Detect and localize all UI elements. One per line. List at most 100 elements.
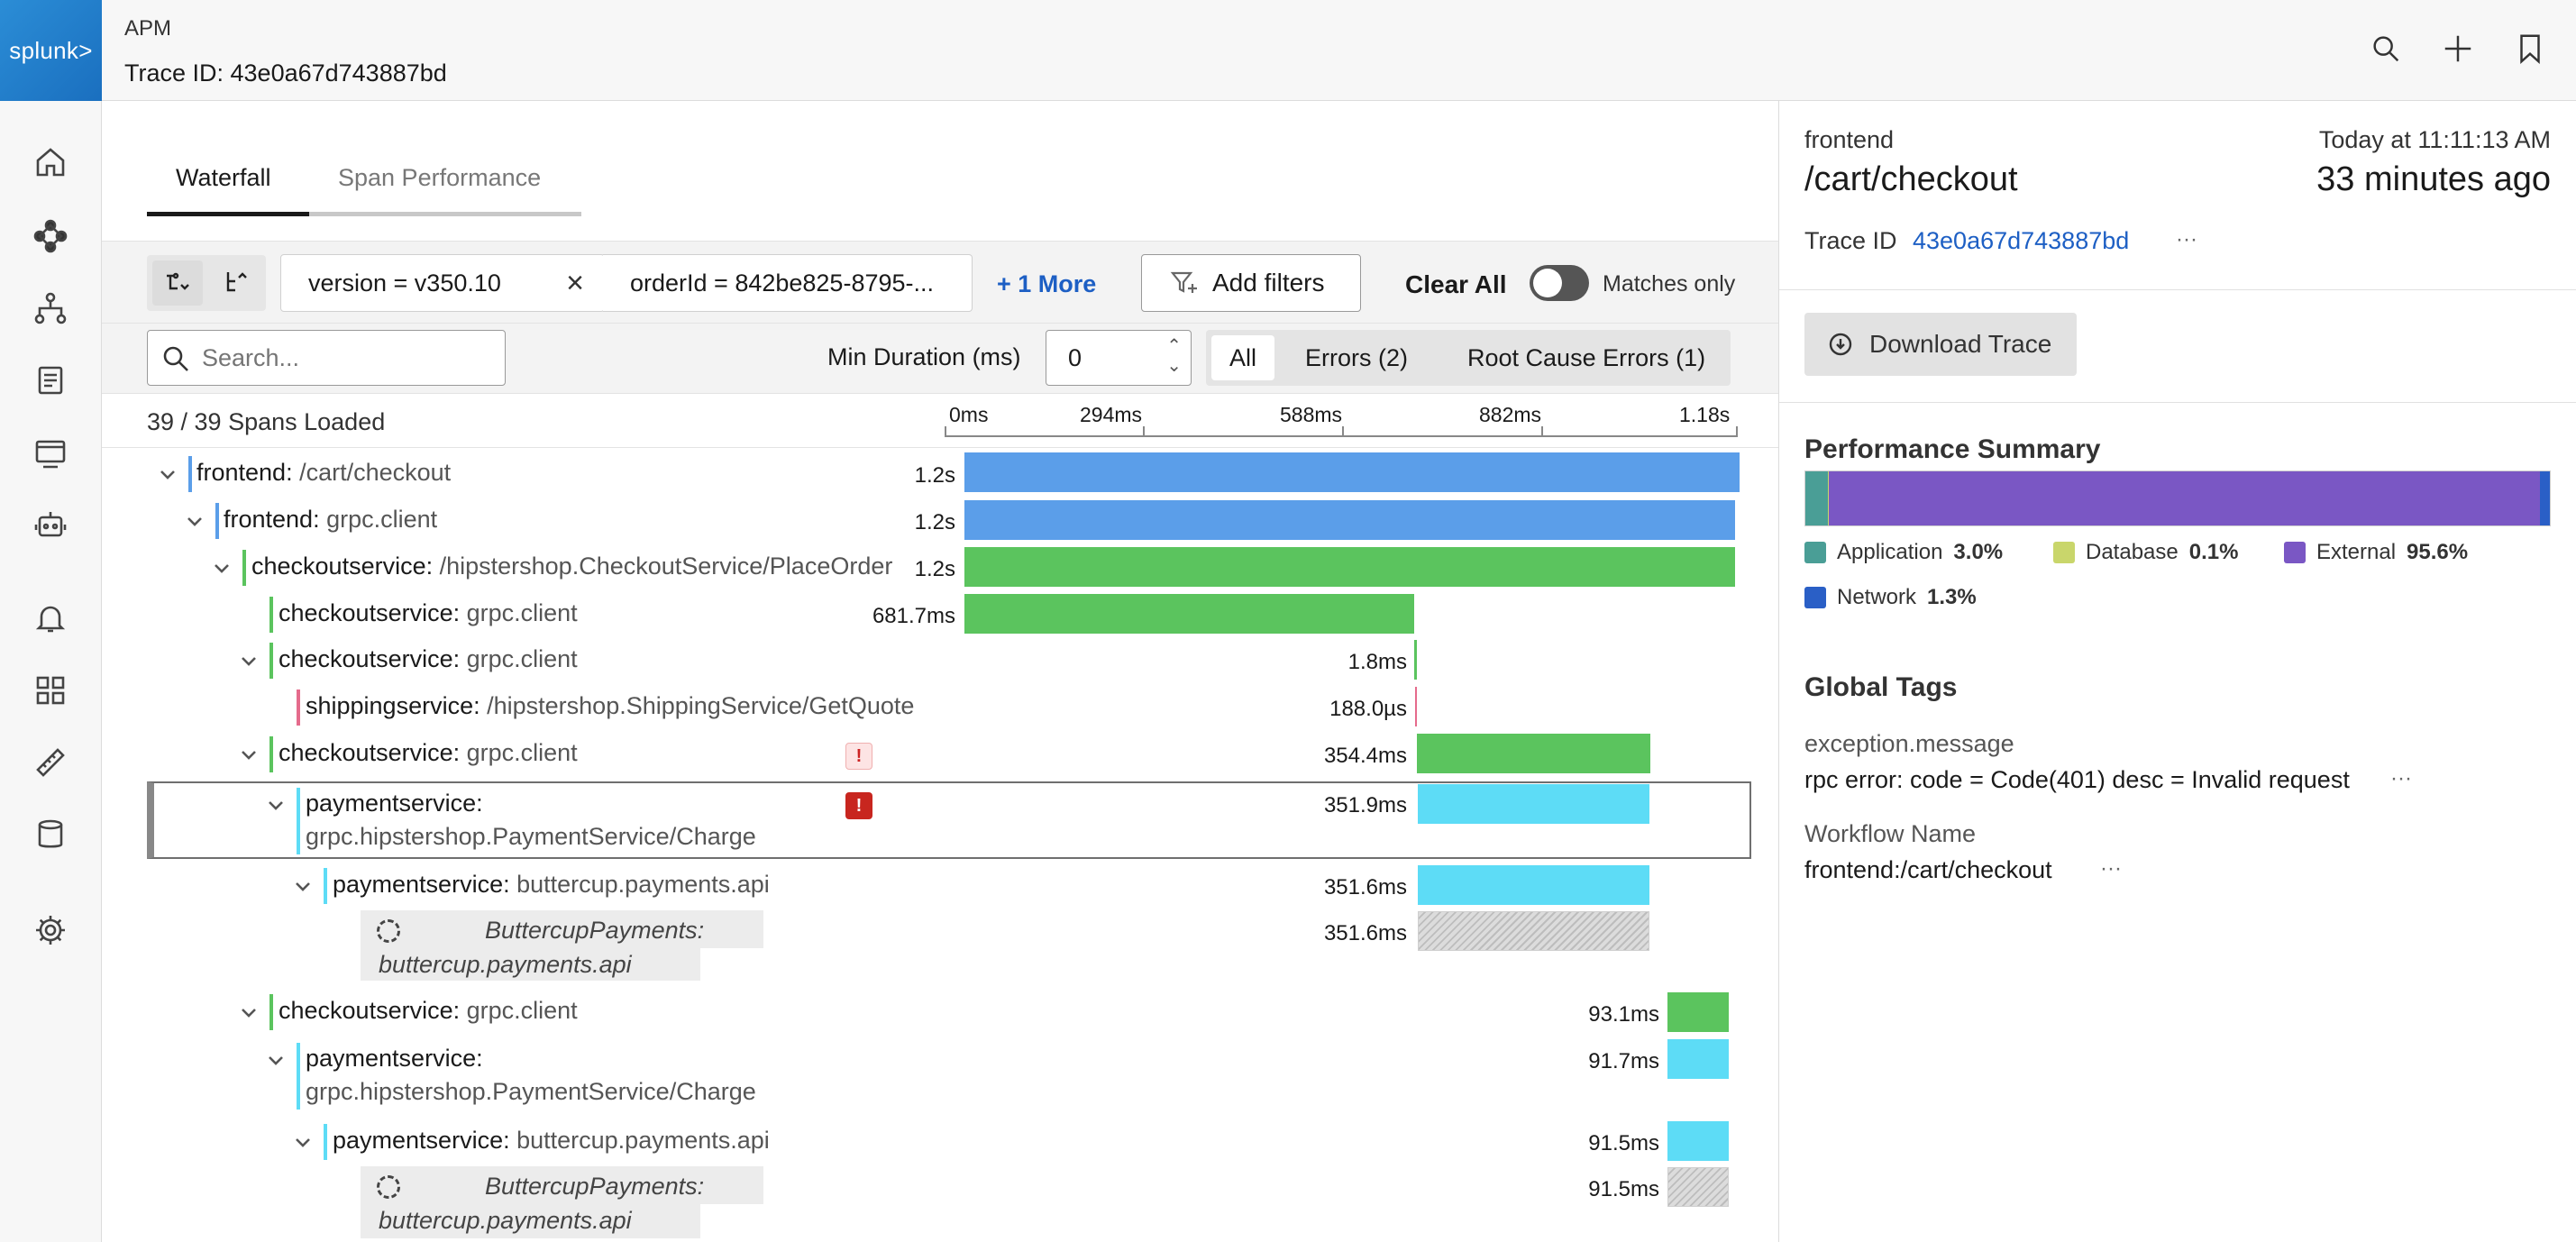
add-filters-button[interactable]: Add filters bbox=[1141, 254, 1361, 312]
chevron-down-icon[interactable] bbox=[266, 795, 284, 813]
span-duration: 91.5ms bbox=[1588, 1131, 1659, 1155]
filter-chip-orderid[interactable]: orderId = 842be825-8795-... bbox=[603, 254, 973, 312]
filter-chip-version[interactable]: version = v350.10 × bbox=[280, 254, 605, 312]
span-bar[interactable] bbox=[1414, 640, 1417, 680]
chevron-down-icon[interactable] bbox=[185, 511, 203, 529]
remove-filter-icon[interactable]: × bbox=[566, 268, 584, 298]
database-icon[interactable] bbox=[29, 813, 72, 856]
more-actions-icon[interactable]: ··· bbox=[2390, 766, 2412, 791]
span-bar[interactable] bbox=[964, 547, 1735, 587]
performance-summary-title: Performance Summary bbox=[1804, 434, 2101, 464]
chevron-down-icon[interactable] bbox=[239, 651, 257, 669]
span-service: frontend: bbox=[224, 506, 320, 533]
breadcrumb[interactable]: APM bbox=[124, 16, 171, 41]
span-bar[interactable] bbox=[1415, 687, 1417, 726]
span-search-input[interactable] bbox=[202, 340, 490, 376]
chevron-down-icon[interactable] bbox=[293, 876, 311, 894]
span-operation: /hipstershop.ShippingService/GetQuote bbox=[487, 692, 915, 719]
error-warning-icon[interactable]: ! bbox=[845, 743, 872, 770]
search-icon[interactable] bbox=[2364, 27, 2407, 70]
more-filters-link[interactable]: + 1 More bbox=[997, 270, 1096, 298]
search-row: Min Duration (ms) 0 ⌃⌄ All Errors (2) Ro… bbox=[102, 324, 1778, 394]
span-bar[interactable] bbox=[1418, 784, 1649, 824]
filter-chip-label: version = v350.10 bbox=[308, 269, 501, 297]
span-service: checkoutservice: bbox=[279, 997, 461, 1024]
min-duration-input[interactable]: 0 ⌃ ⌄ bbox=[1046, 330, 1192, 386]
service-color-bar bbox=[269, 597, 273, 633]
tag-value[interactable]: rpc error: code = Code(401) desc = Inval… bbox=[1804, 766, 2350, 794]
alerts-bell-icon[interactable] bbox=[29, 597, 72, 640]
span-row-name[interactable]: checkoutservice: grpc.client bbox=[279, 645, 578, 673]
span-bar[interactable] bbox=[964, 594, 1414, 634]
chevron-down-icon[interactable] bbox=[239, 744, 257, 763]
inferred-span-service[interactable]: ButtercupPayments: bbox=[485, 1173, 704, 1201]
chevron-down-icon[interactable] bbox=[158, 464, 176, 482]
chevron-down-icon[interactable] bbox=[212, 558, 230, 576]
performance-summary-bar bbox=[1804, 470, 2551, 526]
chevron-down-icon[interactable] bbox=[239, 1002, 257, 1020]
infrastructure-icon[interactable] bbox=[29, 287, 72, 330]
ruler-icon[interactable] bbox=[29, 741, 72, 784]
span-row-name[interactable]: checkoutservice: grpc.client bbox=[279, 599, 578, 627]
add-plus-icon[interactable] bbox=[2436, 27, 2480, 70]
axis-tick-label: 588ms bbox=[1280, 403, 1343, 426]
rum-icon[interactable] bbox=[29, 431, 72, 474]
span-row-name[interactable]: checkoutservice: grpc.client bbox=[279, 739, 578, 767]
tab-bar: Waterfall Span Performance bbox=[147, 164, 581, 216]
top-header: APM Trace ID: 43e0a67d743887bd bbox=[102, 0, 2576, 101]
tab-waterfall[interactable]: Waterfall bbox=[176, 164, 271, 192]
span-row-name[interactable]: checkoutservice: grpc.client bbox=[279, 997, 578, 1025]
segment-all[interactable]: All bbox=[1211, 335, 1275, 380]
chevron-down-icon[interactable] bbox=[293, 1132, 311, 1150]
tag-value[interactable]: frontend:/cart/checkout bbox=[1804, 856, 2052, 884]
download-trace-button[interactable]: Download Trace bbox=[1804, 313, 2077, 376]
span-bar[interactable] bbox=[1417, 734, 1650, 773]
span-service: paymentservice: bbox=[333, 871, 510, 898]
perf-segment-external[interactable] bbox=[1828, 471, 2541, 525]
stepper-chevrons-icon[interactable]: ⌃ ⌄ bbox=[1166, 336, 1182, 376]
chevron-down-icon[interactable] bbox=[266, 1050, 284, 1068]
apm-icon[interactable] bbox=[29, 215, 72, 258]
span-row-name[interactable]: paymentservice: buttercup.payments.api bbox=[333, 871, 770, 899]
segment-errors[interactable]: Errors (2) bbox=[1287, 335, 1426, 380]
trace-id-link[interactable]: 43e0a67d743887bd bbox=[1913, 227, 2129, 255]
more-actions-icon[interactable]: ··· bbox=[2176, 227, 2197, 252]
span-bar[interactable] bbox=[1667, 992, 1729, 1032]
inferred-span-service[interactable]: ButtercupPayments: bbox=[485, 917, 704, 945]
more-actions-icon[interactable]: ··· bbox=[2100, 856, 2122, 881]
span-row-name[interactable]: frontend: /cart/checkout bbox=[196, 459, 451, 487]
span-row-name[interactable]: paymentservice: buttercup.payments.api bbox=[333, 1127, 770, 1155]
span-bar[interactable] bbox=[964, 500, 1735, 540]
span-service[interactable]: paymentservice: bbox=[306, 1045, 483, 1073]
inferred-span-bar[interactable] bbox=[1667, 1167, 1729, 1207]
span-bar[interactable] bbox=[1418, 865, 1649, 905]
collapse-all-icon[interactable] bbox=[210, 260, 260, 306]
segment-root-cause-errors[interactable]: Root Cause Errors (1) bbox=[1449, 335, 1723, 380]
span-bar[interactable] bbox=[1667, 1121, 1729, 1161]
span-row-name[interactable]: shippingservice: /hipstershop.ShippingSe… bbox=[306, 692, 914, 720]
inferred-span-bar[interactable] bbox=[1418, 911, 1649, 951]
tab-span-performance[interactable]: Span Performance bbox=[338, 164, 541, 192]
clear-all-button[interactable]: Clear All bbox=[1405, 270, 1507, 299]
bookmark-icon[interactable] bbox=[2508, 27, 2552, 70]
splunk-logo[interactable]: splunk> bbox=[0, 0, 102, 101]
matches-only-toggle[interactable] bbox=[1530, 265, 1589, 301]
span-service: checkoutservice: bbox=[279, 739, 461, 766]
span-search-box[interactable] bbox=[147, 330, 506, 386]
span-service[interactable]: paymentservice: bbox=[306, 790, 483, 817]
perf-segment-application[interactable] bbox=[1805, 471, 1828, 525]
span-bar[interactable] bbox=[1667, 1039, 1729, 1079]
span-service: checkoutservice: bbox=[279, 599, 461, 626]
span-bar[interactable] bbox=[964, 452, 1740, 492]
perf-segment-network[interactable] bbox=[2540, 471, 2550, 525]
home-icon[interactable] bbox=[29, 141, 72, 184]
span-row-name[interactable]: frontend: grpc.client bbox=[224, 506, 437, 534]
settings-gear-icon[interactable] bbox=[29, 909, 72, 952]
logs-icon[interactable] bbox=[29, 359, 72, 402]
dashboards-icon[interactable] bbox=[29, 669, 72, 712]
error-icon[interactable]: ! bbox=[845, 792, 872, 819]
expand-all-icon[interactable] bbox=[152, 260, 203, 306]
inferred-span-icon bbox=[377, 1175, 400, 1199]
span-service: paymentservice: bbox=[333, 1127, 510, 1154]
synthetics-icon[interactable] bbox=[29, 503, 72, 546]
